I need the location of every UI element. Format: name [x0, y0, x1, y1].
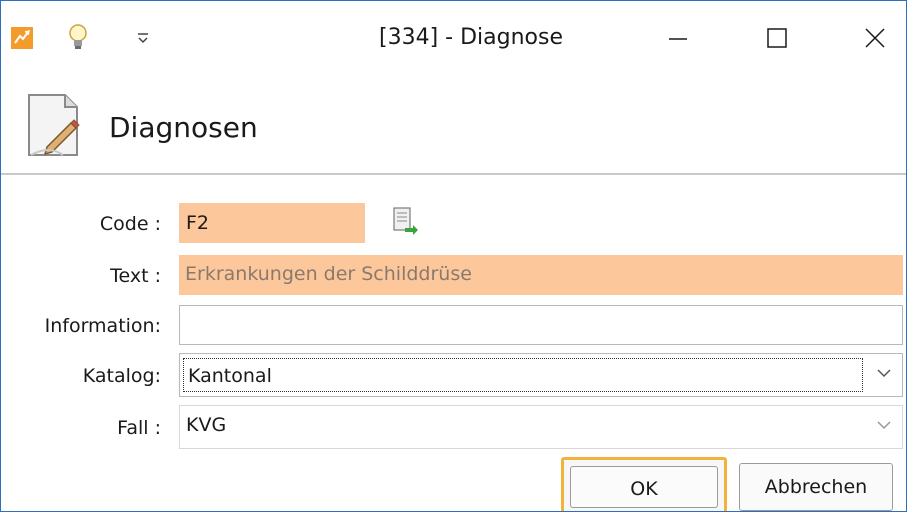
close-icon: [865, 28, 885, 48]
page-title: Diagnosen: [109, 111, 258, 144]
text-field[interactable]: Erkrankungen der Schilddrüse: [179, 255, 903, 295]
maximize-icon: [767, 28, 787, 48]
information-label: Information:: [44, 315, 161, 337]
ok-button-label: OK: [630, 478, 658, 500]
text-label: Text :: [110, 265, 161, 287]
app-logo-icon[interactable]: [11, 27, 33, 49]
maximize-button[interactable]: [747, 15, 807, 61]
fall-label: Fall :: [117, 417, 161, 439]
code-lookup-icon[interactable]: [391, 206, 419, 236]
fall-select[interactable]: KVG: [179, 405, 903, 449]
katalog-label: Katalog:: [82, 365, 161, 387]
minimize-button[interactable]: [647, 15, 707, 61]
quick-access-dropdown-icon[interactable]: [135, 29, 151, 47]
code-input[interactable]: F2: [179, 203, 365, 243]
fall-selected-value: KVG: [186, 414, 227, 436]
header-divider: [1, 173, 906, 175]
katalog-select[interactable]: Kantonal: [179, 353, 903, 397]
close-button[interactable]: [846, 15, 906, 61]
information-input[interactable]: [179, 305, 903, 345]
lightbulb-icon[interactable]: [67, 23, 89, 53]
chevron-down-icon: [877, 369, 891, 378]
chevron-down-icon: [877, 421, 891, 430]
title-bar[interactable]: [334] - Diagnose: [1, 1, 906, 79]
window-title: [334] - Diagnose: [379, 25, 563, 50]
cancel-button[interactable]: Abbrechen: [739, 463, 893, 511]
document-edit-icon: [19, 89, 89, 163]
ok-button[interactable]: OK: [561, 457, 727, 511]
code-label: Code :: [99, 213, 161, 235]
katalog-selected-value: Kantonal: [183, 358, 863, 392]
minimize-icon: [669, 38, 687, 40]
dialog-window: [334] - Diagnose Diagnosen Code: F2 Tex…: [0, 0, 907, 512]
